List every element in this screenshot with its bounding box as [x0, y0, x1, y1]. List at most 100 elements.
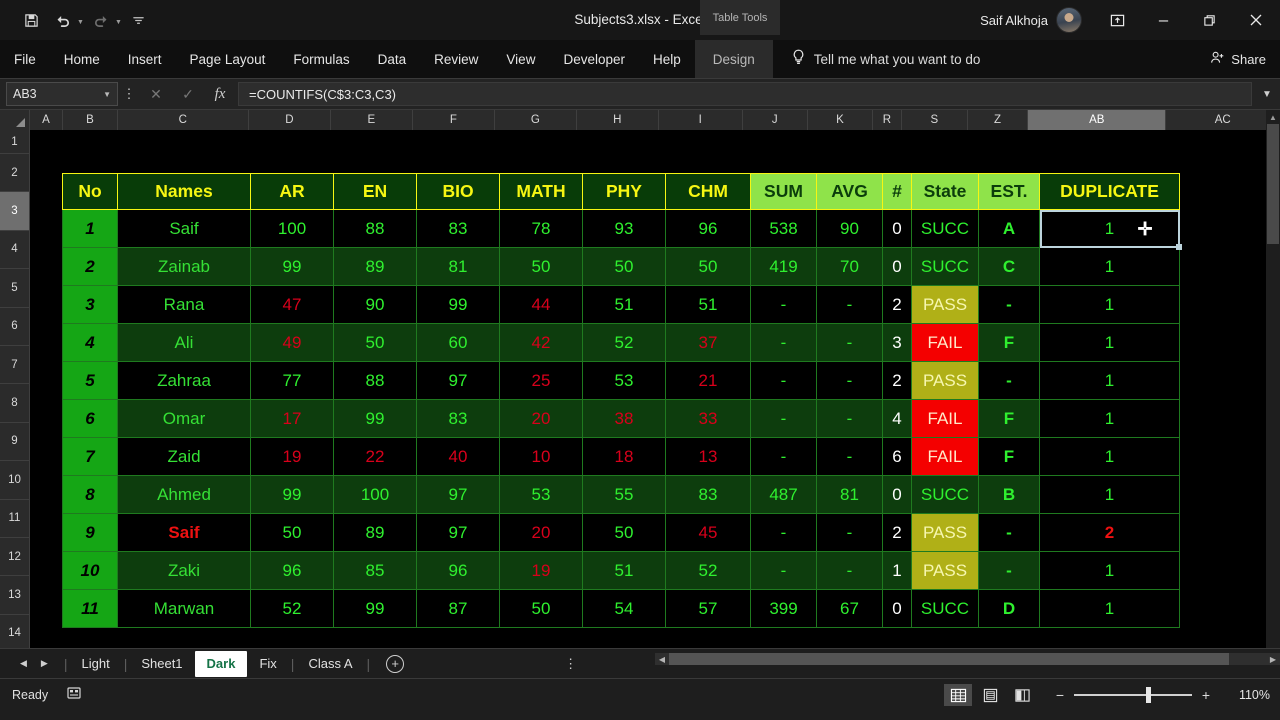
next-sheet-icon[interactable]: ▶: [41, 658, 48, 669]
table-header-cell[interactable]: Names: [117, 173, 251, 210]
cell-state[interactable]: PASS: [911, 551, 979, 590]
cell-sum[interactable]: -: [750, 361, 817, 400]
enter-formula-icon[interactable]: ✓: [172, 86, 204, 103]
cell-avg[interactable]: 81: [816, 475, 883, 514]
table-row[interactable]: 10 Zaki 96 85 96 19 51 52- -1 PASS -1: [62, 551, 1180, 590]
name-box-chevron-down-icon[interactable]: ▼: [103, 90, 111, 99]
cell-sum[interactable]: 538: [750, 209, 817, 248]
column-header-f[interactable]: F: [412, 110, 495, 130]
tell-me-box[interactable]: Tell me what you want to do: [773, 40, 980, 78]
cell-score-bio[interactable]: 87: [416, 589, 500, 628]
cell-score-phy[interactable]: 38: [582, 399, 666, 438]
cell-score-bio[interactable]: 99: [416, 285, 500, 324]
zoom-slider-thumb[interactable]: [1146, 687, 1151, 703]
ribbon-tab-formulas[interactable]: Formulas: [279, 40, 363, 78]
cell-score-en[interactable]: 89: [333, 513, 417, 552]
cell-no[interactable]: 5: [62, 361, 118, 400]
cell-score-ar[interactable]: 17: [250, 399, 334, 438]
save-icon[interactable]: [16, 6, 46, 34]
ribbon-tab-home[interactable]: Home: [50, 40, 114, 78]
table-row[interactable]: 6 Omar 17 99 83 20 38 33- -4 FAIL F 1: [62, 399, 1180, 438]
cell-score-ar[interactable]: 52: [250, 589, 334, 628]
cell-score-bio[interactable]: 83: [416, 209, 500, 248]
cell-sum[interactable]: 487: [750, 475, 817, 514]
cell-avg[interactable]: -: [816, 323, 883, 362]
row-header-5[interactable]: 5: [0, 269, 30, 308]
cell-fail-count[interactable]: 2: [882, 513, 912, 552]
cell-no[interactable]: 3: [62, 285, 118, 324]
cell-no[interactable]: 4: [62, 323, 118, 362]
cell-score-math[interactable]: 50: [499, 589, 583, 628]
horizontal-scrollbar[interactable]: ◀ ▶: [655, 653, 1280, 665]
cell-score-math[interactable]: 25: [499, 361, 583, 400]
table-header-cell[interactable]: EN: [333, 173, 417, 210]
column-header-c[interactable]: C: [117, 110, 249, 130]
cell-duplicate[interactable]: 1: [1039, 323, 1180, 362]
row-header-1[interactable]: 1: [0, 130, 30, 154]
table-row[interactable]: 1 Saif 100 88 83 78 93 96 538 90 0 SUCC A 1: [62, 209, 1180, 248]
cell-score-math[interactable]: 20: [499, 513, 583, 552]
cell-score-chm[interactable]: 45: [665, 513, 751, 552]
cell-score-chm[interactable]: 57: [665, 589, 751, 628]
cell-score-bio[interactable]: 97: [416, 513, 500, 552]
cell-score-chm[interactable]: 52: [665, 551, 751, 590]
cell-duplicate[interactable]: 2: [1039, 513, 1180, 552]
ribbon-display-options-icon[interactable]: [1094, 0, 1140, 40]
horizontal-scroll-thumb[interactable]: [669, 653, 1229, 665]
cell-score-en[interactable]: 85: [333, 551, 417, 590]
cell-sum[interactable]: 419: [750, 247, 817, 286]
ribbon-tab-view[interactable]: View: [492, 40, 549, 78]
cell-state[interactable]: FAIL: [911, 399, 979, 438]
cell-score-ar[interactable]: 77: [250, 361, 334, 400]
cell-avg[interactable]: -: [816, 513, 883, 552]
formula-input[interactable]: =COUNTIFS(C$3:C3,C3): [238, 82, 1252, 106]
record-macro-icon[interactable]: [66, 685, 82, 705]
zoom-out-button[interactable]: −: [1054, 687, 1066, 703]
row-header-12[interactable]: 12: [0, 537, 30, 577]
row-header-10[interactable]: 10: [0, 461, 30, 500]
cell-state[interactable]: SUCC: [911, 475, 979, 514]
cell-duplicate[interactable]: 1: [1039, 285, 1180, 324]
row-header-8[interactable]: 8: [0, 384, 30, 423]
cell-score-phy[interactable]: 54: [582, 589, 666, 628]
cell-state[interactable]: SUCC: [911, 247, 979, 286]
table-row[interactable]: 2 Zainab 99 89 81 50 50 50 419 70 0 SUCC C 1: [62, 247, 1180, 286]
ribbon-tab-file[interactable]: File: [0, 40, 50, 78]
cell-score-phy[interactable]: 50: [582, 247, 666, 286]
cell-score-ar[interactable]: 96: [250, 551, 334, 590]
ribbon-tab-developer[interactable]: Developer: [549, 40, 639, 78]
redo-chevron-down-icon[interactable]: ▼: [115, 19, 122, 26]
cell-no[interactable]: 6: [62, 399, 118, 438]
normal-view-icon[interactable]: [944, 684, 972, 706]
table-row[interactable]: 5 Zahraa 77 88 97 25 53 21- -2 PASS -1: [62, 361, 1180, 400]
cell-score-math[interactable]: 10: [499, 437, 583, 476]
cell-no[interactable]: 8: [62, 475, 118, 514]
cell-score-ar[interactable]: 50: [250, 513, 334, 552]
cell-avg[interactable]: -: [816, 361, 883, 400]
cell-score-ar[interactable]: 99: [250, 247, 334, 286]
scroll-up-icon[interactable]: ▲: [1266, 110, 1280, 124]
cell-sum[interactable]: -: [750, 437, 817, 476]
cell-score-bio[interactable]: 81: [416, 247, 500, 286]
cell-score-chm[interactable]: 83: [665, 475, 751, 514]
avatar[interactable]: [1056, 7, 1082, 33]
cell-name[interactable]: Saif: [117, 209, 251, 248]
cell-state[interactable]: SUCC: [911, 589, 979, 628]
cell-state[interactable]: FAIL: [911, 323, 979, 362]
vertical-scroll-thumb[interactable]: [1267, 124, 1279, 244]
cell-duplicate[interactable]: 1: [1039, 247, 1180, 286]
cell-score-en[interactable]: 22: [333, 437, 417, 476]
cell-score-ar[interactable]: 47: [250, 285, 334, 324]
cell-fail-count[interactable]: 0: [882, 475, 912, 514]
cell-estimate[interactable]: -: [978, 513, 1040, 552]
cell-avg[interactable]: 70: [816, 247, 883, 286]
ribbon-tab-design[interactable]: Design: [694, 40, 773, 78]
cell-duplicate[interactable]: 1: [1039, 589, 1180, 628]
cell-score-chm[interactable]: 33: [665, 399, 751, 438]
close-icon[interactable]: [1232, 0, 1280, 40]
cell-duplicate[interactable]: 1: [1039, 361, 1180, 400]
cell-score-math[interactable]: 20: [499, 399, 583, 438]
cell-score-ar[interactable]: 49: [250, 323, 334, 362]
cell-name[interactable]: Saif: [117, 513, 251, 552]
sheet-canvas[interactable]: No Names AR EN BIO MATH PHY CHM SUM AVG # State EST.…: [30, 130, 1280, 648]
